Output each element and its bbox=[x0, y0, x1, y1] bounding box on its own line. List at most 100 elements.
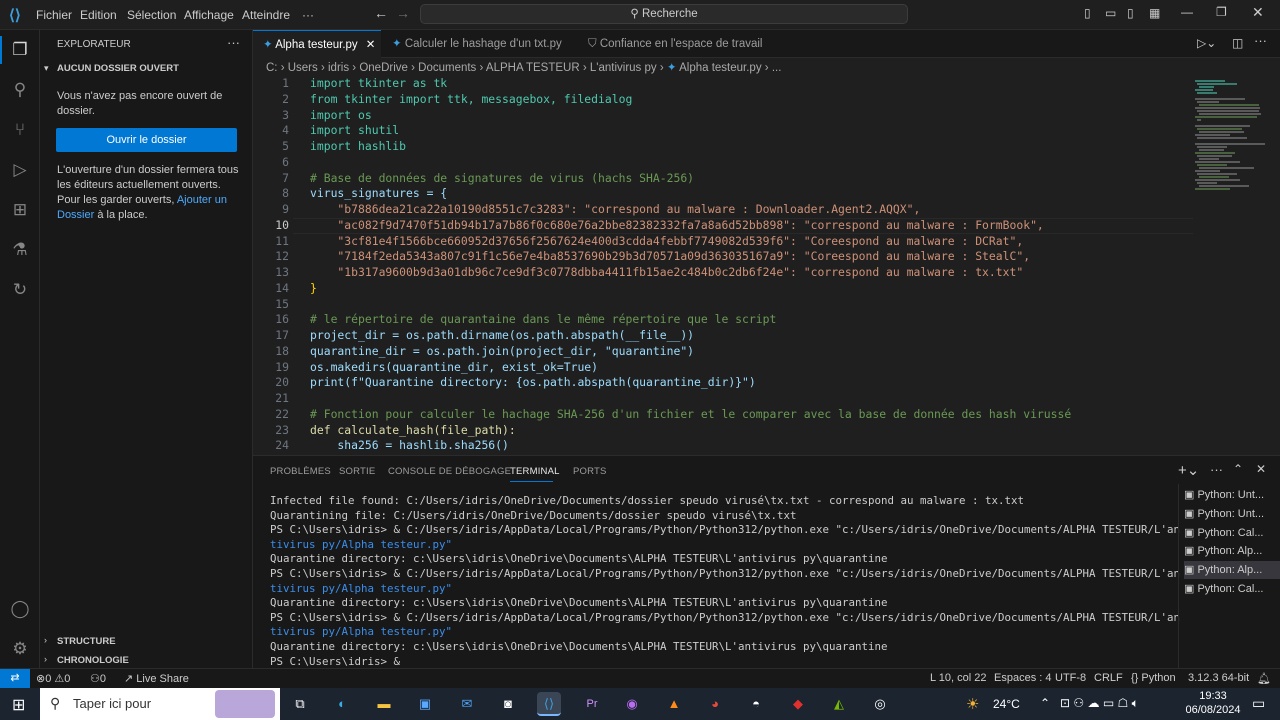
crumb[interactable]: C: bbox=[266, 62, 278, 74]
close-panel-icon[interactable]: ✕ bbox=[1256, 462, 1266, 476]
timeline-section[interactable]: CHRONOLOGIE bbox=[57, 655, 129, 666]
clock-date[interactable]: 06/08/2024 bbox=[1180, 704, 1246, 716]
search-view-icon[interactable]: ⚲ bbox=[8, 78, 32, 102]
terminal-instance[interactable]: ▣ Python: Alp... bbox=[1184, 561, 1280, 580]
toggle-secondary-sidebar-icon[interactable]: ▯ bbox=[1127, 6, 1134, 20]
problems-status[interactable]: ⊗0 ⚠0 bbox=[36, 672, 70, 685]
tab-workspace-trust[interactable]: ⛉ Confiance en l'espace de travail bbox=[578, 30, 768, 58]
open-folder-button[interactable]: Ouvrir le dossier bbox=[56, 128, 237, 152]
tab-terminal[interactable]: TERMINAL bbox=[510, 466, 560, 477]
tab-alpha-testeur[interactable]: ✦ Alpha testeur.py ✕ bbox=[253, 30, 381, 58]
nvidia-icon[interactable]: ◭ bbox=[827, 692, 851, 716]
terminal-instance[interactable]: ▣ Python: Cal... bbox=[1184, 580, 1280, 598]
taskbar-search[interactable]: ⚲ Taper ici pour bbox=[40, 688, 280, 720]
menu-edition[interactable]: Edition bbox=[80, 8, 117, 22]
vlc-icon[interactable]: ▲ bbox=[662, 692, 686, 716]
new-terminal-icon[interactable]: +⌄ bbox=[1178, 461, 1199, 479]
remote-icon[interactable]: ⇄ bbox=[0, 669, 30, 688]
task-view-icon[interactable]: ⧉ bbox=[288, 692, 312, 716]
tab-problems[interactable]: PROBLÈMES bbox=[270, 466, 331, 477]
maximize-icon[interactable]: ❐ bbox=[1216, 5, 1227, 19]
tab-ports[interactable]: PORTS bbox=[573, 466, 607, 477]
language-mode[interactable]: {} Python bbox=[1131, 672, 1176, 684]
menu-fichier[interactable]: Fichier bbox=[36, 8, 72, 22]
chevron-right-icon[interactable]: › bbox=[44, 654, 47, 664]
terminal-instance[interactable]: ▣ Python: Alp... bbox=[1184, 542, 1280, 560]
settings-gear-icon[interactable]: ⚙ bbox=[8, 637, 32, 661]
toggle-panel-icon[interactable]: ▭ bbox=[1105, 6, 1116, 20]
no-folder-section[interactable]: AUCUN DOSSIER OUVERT bbox=[57, 63, 179, 74]
forward-arrow-icon[interactable]: → bbox=[396, 5, 410, 21]
windows-start-icon[interactable]: ⊞ bbox=[12, 695, 25, 715]
close-window-icon[interactable]: ✕ bbox=[1252, 4, 1264, 21]
vscode-taskbar-icon[interactable]: ⟨⟩ bbox=[537, 692, 561, 716]
close-tab-icon[interactable]: ✕ bbox=[366, 39, 376, 51]
command-center-search[interactable]: ⚲ Recherche bbox=[420, 4, 908, 24]
steam-icon[interactable]: ◓ bbox=[744, 692, 768, 716]
crumb[interactable]: Alpha testeur.py bbox=[679, 62, 761, 74]
premiere-pro-icon[interactable]: Pr bbox=[580, 692, 604, 716]
code-editor[interactable]: 1 import tkinter as tk 2 from tkinter impor… bbox=[253, 76, 1193, 455]
liveshare-status[interactable]: ↗ Live Share bbox=[124, 672, 189, 685]
minimize-icon[interactable]: — bbox=[1181, 5, 1193, 19]
split-editor-icon[interactable]: ◫ bbox=[1232, 36, 1243, 50]
tray-icons[interactable]: ⊡ ⚇ ☁ ▭ ☖ 🔈︎ bbox=[1060, 696, 1139, 711]
screen-recorder-icon[interactable]: ◙ bbox=[496, 692, 520, 716]
back-arrow-icon[interactable]: ← bbox=[374, 5, 388, 21]
weather-temp[interactable]: 24°C bbox=[993, 697, 1020, 711]
menu-selection[interactable]: Sélection bbox=[127, 8, 176, 22]
crumb[interactable]: L'antivirus py bbox=[590, 62, 657, 74]
panel-more-icon[interactable]: ··· bbox=[1210, 462, 1223, 477]
terminal-instance[interactable]: ▣ Python: Unt... bbox=[1184, 486, 1280, 504]
crumb[interactable]: ALPHA TESTEUR bbox=[486, 62, 580, 74]
minimap[interactable] bbox=[1193, 76, 1280, 455]
pdf-reader-icon[interactable]: ◆ bbox=[786, 692, 810, 716]
cursor-position[interactable]: L 10, col 22 bbox=[930, 672, 986, 684]
maximize-panel-icon[interactable]: ⌃ bbox=[1233, 462, 1243, 476]
weather-icon[interactable]: ☀ bbox=[966, 695, 979, 713]
extensions-icon[interactable]: ⊞ bbox=[8, 198, 32, 222]
terminal-instance[interactable]: ▣ Python: Unt... bbox=[1184, 505, 1280, 523]
notification-center-icon[interactable]: ▭ bbox=[1252, 695, 1265, 712]
menu-affichage[interactable]: Affichage bbox=[184, 8, 234, 22]
chevron-down-icon[interactable]: ▾ bbox=[44, 63, 49, 74]
chevron-right-icon[interactable]: › bbox=[44, 635, 47, 645]
file-explorer-icon[interactable]: ▬ bbox=[372, 692, 396, 716]
crumb[interactable]: ... bbox=[772, 62, 782, 74]
eol[interactable]: CRLF bbox=[1094, 672, 1123, 684]
accounts-icon[interactable]: ◯ bbox=[8, 597, 32, 621]
crumb[interactable]: idris bbox=[328, 62, 349, 74]
tab-output[interactable]: SORTIE bbox=[339, 466, 375, 477]
encoding[interactable]: UTF-8 bbox=[1055, 672, 1086, 684]
ports-status[interactable]: ⚇0 bbox=[90, 672, 106, 685]
mail-icon[interactable]: ✉ bbox=[455, 692, 479, 716]
run-python-icon[interactable]: ▷⌄ bbox=[1197, 36, 1216, 50]
app-icon[interactable]: ◎ bbox=[868, 692, 892, 716]
toggle-sidebar-icon[interactable]: ▯ bbox=[1084, 6, 1091, 20]
outline-section[interactable]: STRUCTURE bbox=[57, 636, 116, 647]
clock-time[interactable]: 19:33 bbox=[1193, 690, 1233, 702]
customize-layout-icon[interactable]: ▦ bbox=[1149, 6, 1160, 20]
terminal-instance[interactable]: ▣ Python: Cal... bbox=[1184, 524, 1280, 542]
testing-icon[interactable]: ⚗ bbox=[8, 238, 32, 262]
menu-more[interactable]: ··· bbox=[302, 8, 314, 22]
tab-debug-console[interactable]: CONSOLE DE DÉBOGAGE bbox=[388, 466, 511, 477]
microsoft-store-icon[interactable]: ▣ bbox=[413, 692, 437, 716]
notifications-icon[interactable]: 🔔︎ bbox=[1257, 672, 1271, 685]
app-icon[interactable]: ◉ bbox=[620, 692, 644, 716]
crumb[interactable]: Documents bbox=[418, 62, 476, 74]
chrome-icon[interactable]: ◕ bbox=[703, 692, 727, 716]
python-interpreter[interactable]: 3.12.3 64-bit bbox=[1188, 672, 1249, 684]
remote-explorer-icon[interactable]: ↻ bbox=[8, 278, 32, 302]
show-hidden-icons-icon[interactable]: ⌃ bbox=[1040, 696, 1050, 710]
indentation[interactable]: Espaces : 4 bbox=[994, 672, 1051, 684]
menu-atteindre[interactable]: Atteindre bbox=[242, 8, 290, 22]
run-debug-icon[interactable]: ▷ bbox=[8, 158, 32, 182]
source-control-icon[interactable]: ⑂ bbox=[8, 118, 32, 142]
crumb[interactable]: OneDrive bbox=[359, 62, 408, 74]
explorer-icon[interactable]: ❐ bbox=[8, 38, 32, 62]
editor-more-icon[interactable]: ··· bbox=[1254, 33, 1267, 48]
more-actions-icon[interactable]: ··· bbox=[227, 35, 240, 50]
tab-calculer-hashage[interactable]: ✦ Calculer le hashage d'un txt.py bbox=[382, 30, 577, 58]
crumb[interactable]: Users bbox=[288, 62, 318, 74]
